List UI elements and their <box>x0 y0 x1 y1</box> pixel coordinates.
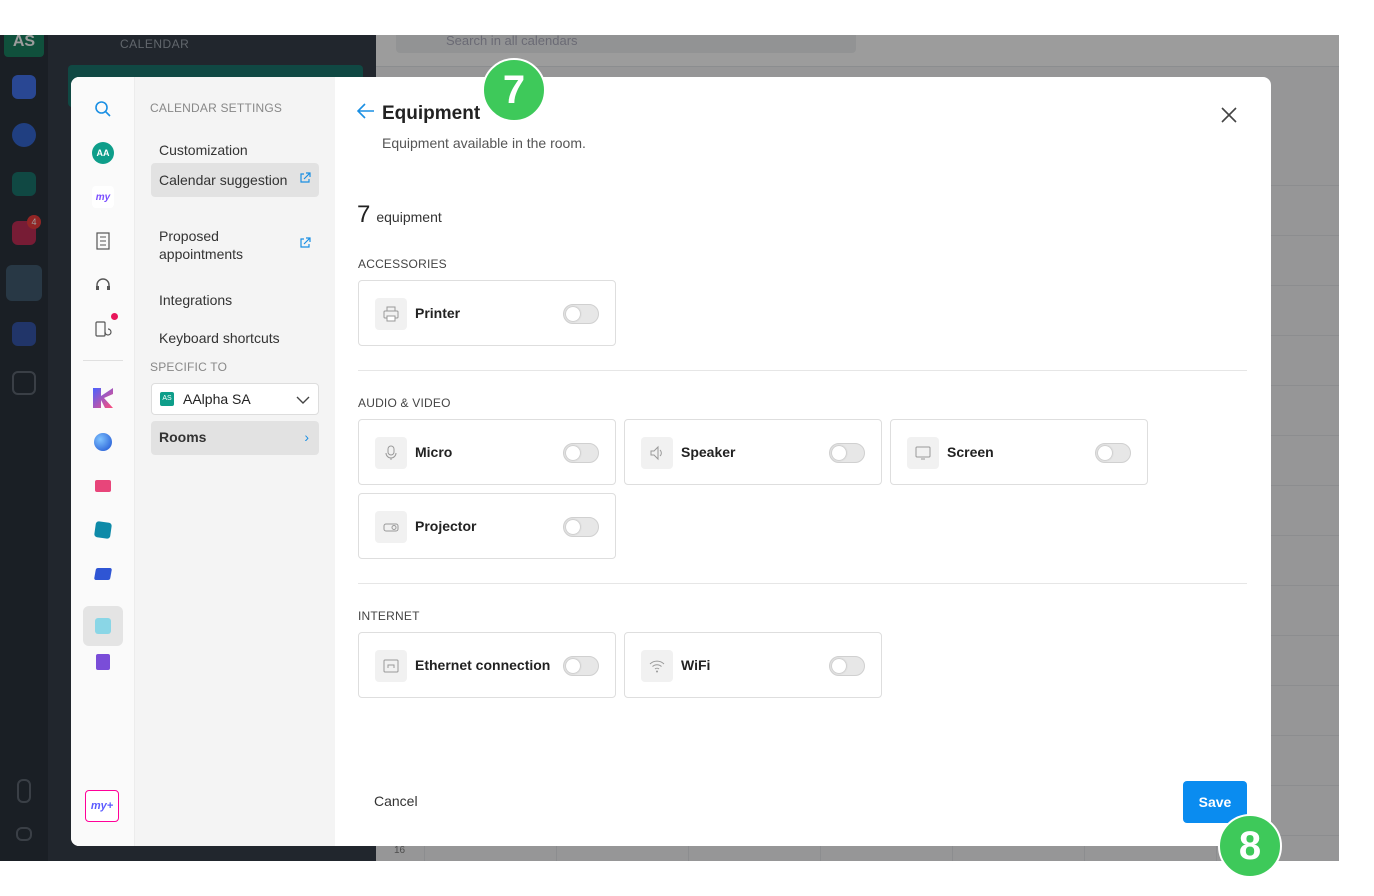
section-accessories: ACCESSORIES <box>358 257 447 271</box>
org-badge: AS <box>160 392 174 406</box>
equipment-card-micro: Micro <box>358 419 616 485</box>
my-plus-icon[interactable]: my+ <box>85 790 119 822</box>
drive-app-icon[interactable] <box>91 562 115 586</box>
equipment-card-projector: Projector <box>358 493 616 559</box>
page-subtitle: Equipment available in the room. <box>382 135 586 151</box>
settings-modal: AA my my+ CALENDAR SETTINGS Customizatio… <box>71 77 1271 846</box>
menu-item-proposed-appointments[interactable]: Proposed appointments <box>151 219 319 271</box>
projector-toggle[interactable] <box>563 517 599 537</box>
equipment-card-wifi: WiFi <box>624 632 882 698</box>
settings-heading: CALENDAR SETTINGS <box>150 101 283 115</box>
device-sync-icon[interactable] <box>91 313 118 341</box>
wifi-toggle[interactable] <box>829 656 865 676</box>
projector-icon <box>375 511 407 543</box>
close-icon[interactable] <box>1219 105 1239 125</box>
account-avatar[interactable]: AA <box>91 141 115 165</box>
equipment-count: 7 equipment <box>357 201 442 228</box>
settings-navigation: CALENDAR SETTINGS Customization Calendar… <box>135 77 335 846</box>
micro-toggle[interactable] <box>563 443 599 463</box>
kmeet-icon[interactable] <box>91 430 115 454</box>
menu-item-keyboard-shortcuts[interactable]: Keyboard shortcuts <box>151 321 319 355</box>
menu-item-rooms[interactable]: Rooms › <box>151 421 319 455</box>
section-audio-video: AUDIO & VIDEO <box>358 396 451 410</box>
page-title: Equipment <box>382 103 481 124</box>
equipment-panel: Equipment Equipment available in the roo… <box>335 77 1271 846</box>
product-icon-column: AA my my+ <box>71 77 135 846</box>
search-icon[interactable] <box>91 97 115 121</box>
organization-select[interactable]: AS AAlpha SA <box>151 383 319 415</box>
headset-icon[interactable] <box>91 273 115 297</box>
chevron-down-icon <box>296 391 310 407</box>
printer-icon <box>375 298 407 330</box>
chevron-right-icon: › <box>304 429 309 445</box>
speaker-icon <box>641 437 673 469</box>
equipment-card-screen: Screen <box>890 419 1148 485</box>
myk-icon[interactable]: my <box>91 185 115 209</box>
alert-dot <box>111 313 118 320</box>
equipment-card-ethernet: Ethernet connection <box>358 632 616 698</box>
ethernet-toggle[interactable] <box>563 656 599 676</box>
ethernet-icon <box>375 650 407 682</box>
section-internet: INTERNET <box>358 609 420 623</box>
equipment-card-printer: Printer <box>358 280 616 346</box>
speaker-toggle[interactable] <box>829 443 865 463</box>
microphone-icon <box>375 437 407 469</box>
external-link-icon <box>299 171 311 189</box>
calendar-product-icon[interactable] <box>83 606 123 646</box>
wifi-icon <box>641 650 673 682</box>
step-badge-8: 8 <box>1218 814 1282 878</box>
mail-app-icon[interactable] <box>91 474 115 498</box>
specific-to-heading: SPECIFIC TO <box>150 360 228 374</box>
printer-toggle[interactable] <box>563 304 599 324</box>
swisstransfer-icon[interactable] <box>91 518 115 542</box>
building-icon[interactable] <box>91 229 115 253</box>
monitor-icon <box>907 437 939 469</box>
menu-item-calendar-suggestion[interactable]: Calendar suggestion <box>151 163 319 197</box>
menu-item-integrations[interactable]: Integrations <box>151 283 319 317</box>
menu-item-customization[interactable]: Customization <box>151 133 319 167</box>
screen-toggle[interactable] <box>1095 443 1131 463</box>
external-link-icon <box>299 236 311 254</box>
back-arrow-icon[interactable] <box>356 103 375 123</box>
contacts-icon[interactable] <box>91 650 115 674</box>
step-badge-7: 7 <box>482 58 546 122</box>
kchat-icon[interactable] <box>91 386 115 410</box>
cancel-button[interactable]: Cancel <box>374 793 418 809</box>
equipment-card-speaker: Speaker <box>624 419 882 485</box>
